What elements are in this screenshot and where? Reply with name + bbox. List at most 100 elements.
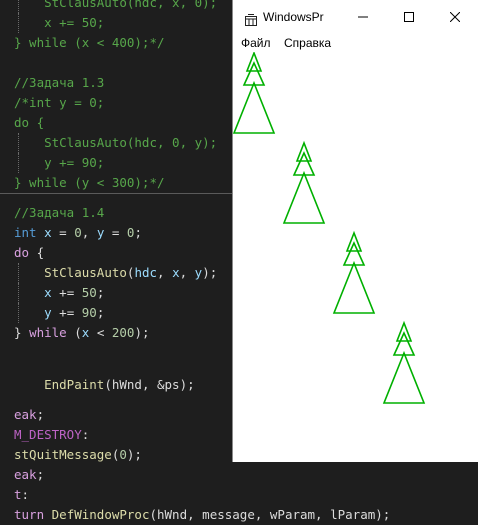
code-token: ); [202, 265, 218, 280]
client-area[interactable] [232, 50, 478, 462]
close-icon [450, 12, 460, 22]
indent-guide [18, 13, 19, 33]
code-token: ); [134, 325, 150, 340]
code-line[interactable]: do { [14, 243, 44, 263]
tree-triangle [282, 170, 326, 224]
code-token: t [14, 487, 22, 502]
menu-help[interactable]: Справка [284, 34, 331, 52]
tree-triangle [332, 260, 376, 314]
code-token: ; [36, 407, 45, 422]
code-token: : [21, 487, 30, 502]
indent-guide [18, 133, 19, 153]
code-token: turn [14, 507, 52, 522]
code-token: x [44, 225, 52, 240]
code-line[interactable]: turn DefWindowProc(hWnd, message, wParam… [14, 505, 390, 525]
code-line[interactable]: x += 50; [14, 283, 104, 303]
app-window: WindowsPr Файл Справка [232, 0, 478, 462]
code-line[interactable]: //Задача 1.4 [14, 203, 104, 223]
code-line[interactable]: } while (y < 300);*/ [14, 173, 165, 193]
tree-triangle [382, 350, 426, 404]
code-token: , [81, 225, 97, 240]
code-token: ; [134, 225, 142, 240]
indent-guide [18, 153, 19, 173]
menu-bar: Файл Справка [233, 34, 478, 52]
code-line[interactable]: eak; [14, 405, 44, 425]
code-line[interactable]: EndPaint(hWnd, &ps); [14, 375, 195, 395]
code-token: : [81, 427, 90, 442]
code-line[interactable]: M_DESTROY: [14, 425, 89, 445]
indent-guide [18, 283, 19, 303]
code-line[interactable]: y += 90; [14, 153, 104, 173]
code-line[interactable]: y += 90; [14, 303, 104, 323]
code-token: 200 [111, 325, 135, 340]
code-token: (hWnd, &ps); [104, 377, 195, 392]
code-token: ( [66, 325, 82, 340]
code-line[interactable]: StClausAuto(hdc, x, 0); [14, 0, 217, 13]
code-token: += [51, 285, 82, 300]
code-token: //Задача 1.3 [14, 75, 105, 90]
indent-guide [18, 0, 19, 13]
code-line[interactable]: } while (x < 200); [14, 323, 150, 343]
code-token: ; [96, 305, 105, 320]
code-token: /*int y = 0; [14, 95, 105, 110]
tree-figure [232, 50, 276, 134]
maximize-button[interactable] [386, 0, 432, 34]
code-token: = [51, 225, 75, 240]
code-line[interactable]: x += 50; [14, 13, 104, 33]
code-token: M_DESTROY [14, 427, 82, 442]
code-token: , [179, 265, 195, 280]
code-token: , [157, 265, 173, 280]
minimize-icon [358, 16, 368, 18]
code-token: DefWindowProc [51, 507, 150, 522]
code-token: hdc [134, 265, 158, 280]
code-token: 0 [74, 225, 82, 240]
code-token: = [104, 225, 127, 240]
code-token: 50 [81, 285, 97, 300]
code-token: x [172, 265, 180, 280]
code-token: x += 50; [14, 15, 105, 30]
code-line[interactable]: } while (x < 400);*/ [14, 33, 165, 53]
code-token: y += 90; [14, 155, 105, 170]
code-token: do { [14, 115, 45, 130]
code-token: stQuitMessage [14, 447, 112, 462]
drawing-canvas [232, 50, 426, 404]
code-line[interactable]: StClausAuto(hdc, 0, y); [14, 133, 217, 153]
code-token: EndPaint [44, 377, 105, 392]
code-line[interactable]: StClausAuto(hdc, x, y); [14, 263, 217, 283]
code-token: } while (x < 400);*/ [14, 35, 165, 50]
code-line[interactable]: //Задача 1.3 [14, 73, 104, 93]
close-button[interactable] [432, 0, 478, 34]
code-token: ; [96, 285, 105, 300]
code-line[interactable]: t: [14, 485, 29, 505]
minimize-button[interactable] [340, 0, 386, 34]
code-line[interactable]: /*int y = 0; [14, 93, 104, 113]
code-token: //Задача 1.4 [14, 205, 105, 220]
tree-triangle [232, 80, 276, 134]
code-token: 90 [81, 305, 97, 320]
tree-figure [382, 320, 426, 404]
code-line[interactable]: stQuitMessage(0); [14, 445, 142, 465]
code-token: += [51, 305, 82, 320]
code-token: < [89, 325, 112, 340]
code-token: ; [36, 467, 45, 482]
tree-figure [282, 140, 326, 224]
code-token: do [14, 245, 30, 260]
title-bar[interactable]: WindowsPr [233, 0, 478, 34]
code-token: (hWnd, message, wParam, lParam); [149, 507, 391, 522]
code-token: } [14, 325, 30, 340]
code-line[interactable]: do { [14, 113, 44, 133]
indent-guide [18, 263, 19, 283]
code-token: eak [14, 407, 37, 422]
code-token: while [29, 325, 67, 340]
code-line[interactable]: int x = 0, y = 0; [14, 223, 142, 243]
code-token: int [14, 225, 45, 240]
code-line[interactable]: eak; [14, 465, 44, 485]
code-token: StClausAuto(hdc, 0, y); [14, 135, 218, 150]
code-token: StClausAuto(hdc, x, 0); [14, 0, 218, 10]
code-token: } while (y < 300);*/ [14, 175, 165, 190]
menu-file[interactable]: Файл [241, 34, 271, 52]
maximize-icon [404, 12, 414, 22]
code-token: x [44, 285, 52, 300]
code-token: eak [14, 467, 37, 482]
